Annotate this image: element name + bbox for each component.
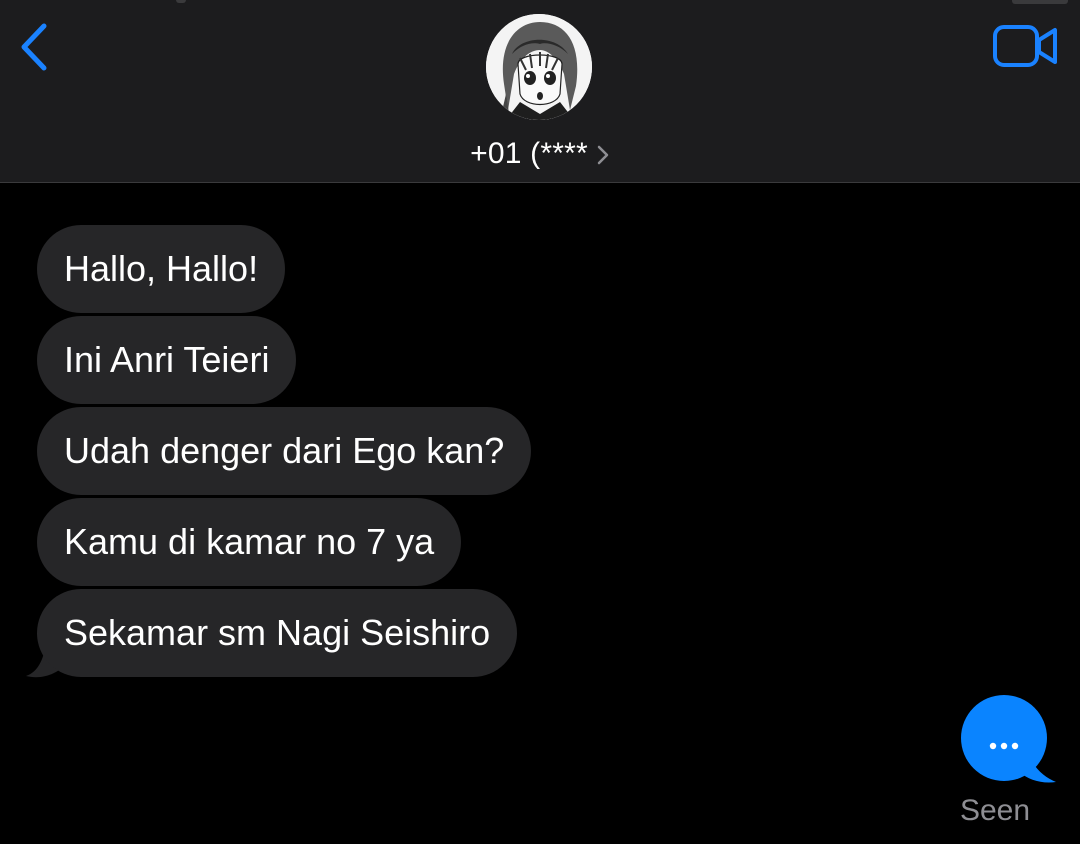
message-bubble[interactable]: Udah denger dari Ego kan?: [37, 407, 532, 495]
message-thread: Hallo, Hallo! Ini Anri Teieri Udah denge…: [0, 184, 1080, 844]
message-text: Udah denger dari Ego kan?: [64, 430, 505, 471]
message-text: Kamu di kamar no 7 ya: [64, 521, 435, 562]
message-bubble[interactable]: Sekamar sm Nagi Seishiro: [37, 589, 518, 677]
message-bubble[interactable]: Kamu di kamar no 7 ya: [37, 498, 462, 586]
message-text: Sekamar sm Nagi Seishiro: [64, 612, 491, 653]
typing-indicator: [961, 695, 1056, 783]
message-bubble[interactable]: Ini Anri Teieri: [37, 316, 297, 404]
status-bar-fragment: [1012, 0, 1068, 4]
message-bubble[interactable]: Hallo, Hallo!: [37, 225, 286, 313]
video-camera-icon: [993, 25, 1057, 67]
conversation-header: +01 (****: [0, 0, 1080, 183]
ellipsis-icon: [989, 742, 1019, 750]
video-call-button[interactable]: [992, 24, 1060, 68]
status-bar-fragment: [176, 0, 186, 3]
seen-status: Seen: [959, 794, 1031, 827]
manga-portrait-image: [486, 14, 592, 120]
chevron-left-icon: [21, 23, 47, 71]
message-text: Hallo, Hallo!: [64, 248, 259, 289]
contact-avatar[interactable]: [486, 14, 592, 120]
chevron-right-icon: [597, 145, 609, 165]
contact-info-link[interactable]: +01 (****: [0, 134, 1080, 174]
back-button[interactable]: [14, 22, 58, 72]
contact-name: +01 (****: [470, 137, 588, 170]
message-text: Ini Anri Teieri: [64, 339, 270, 380]
